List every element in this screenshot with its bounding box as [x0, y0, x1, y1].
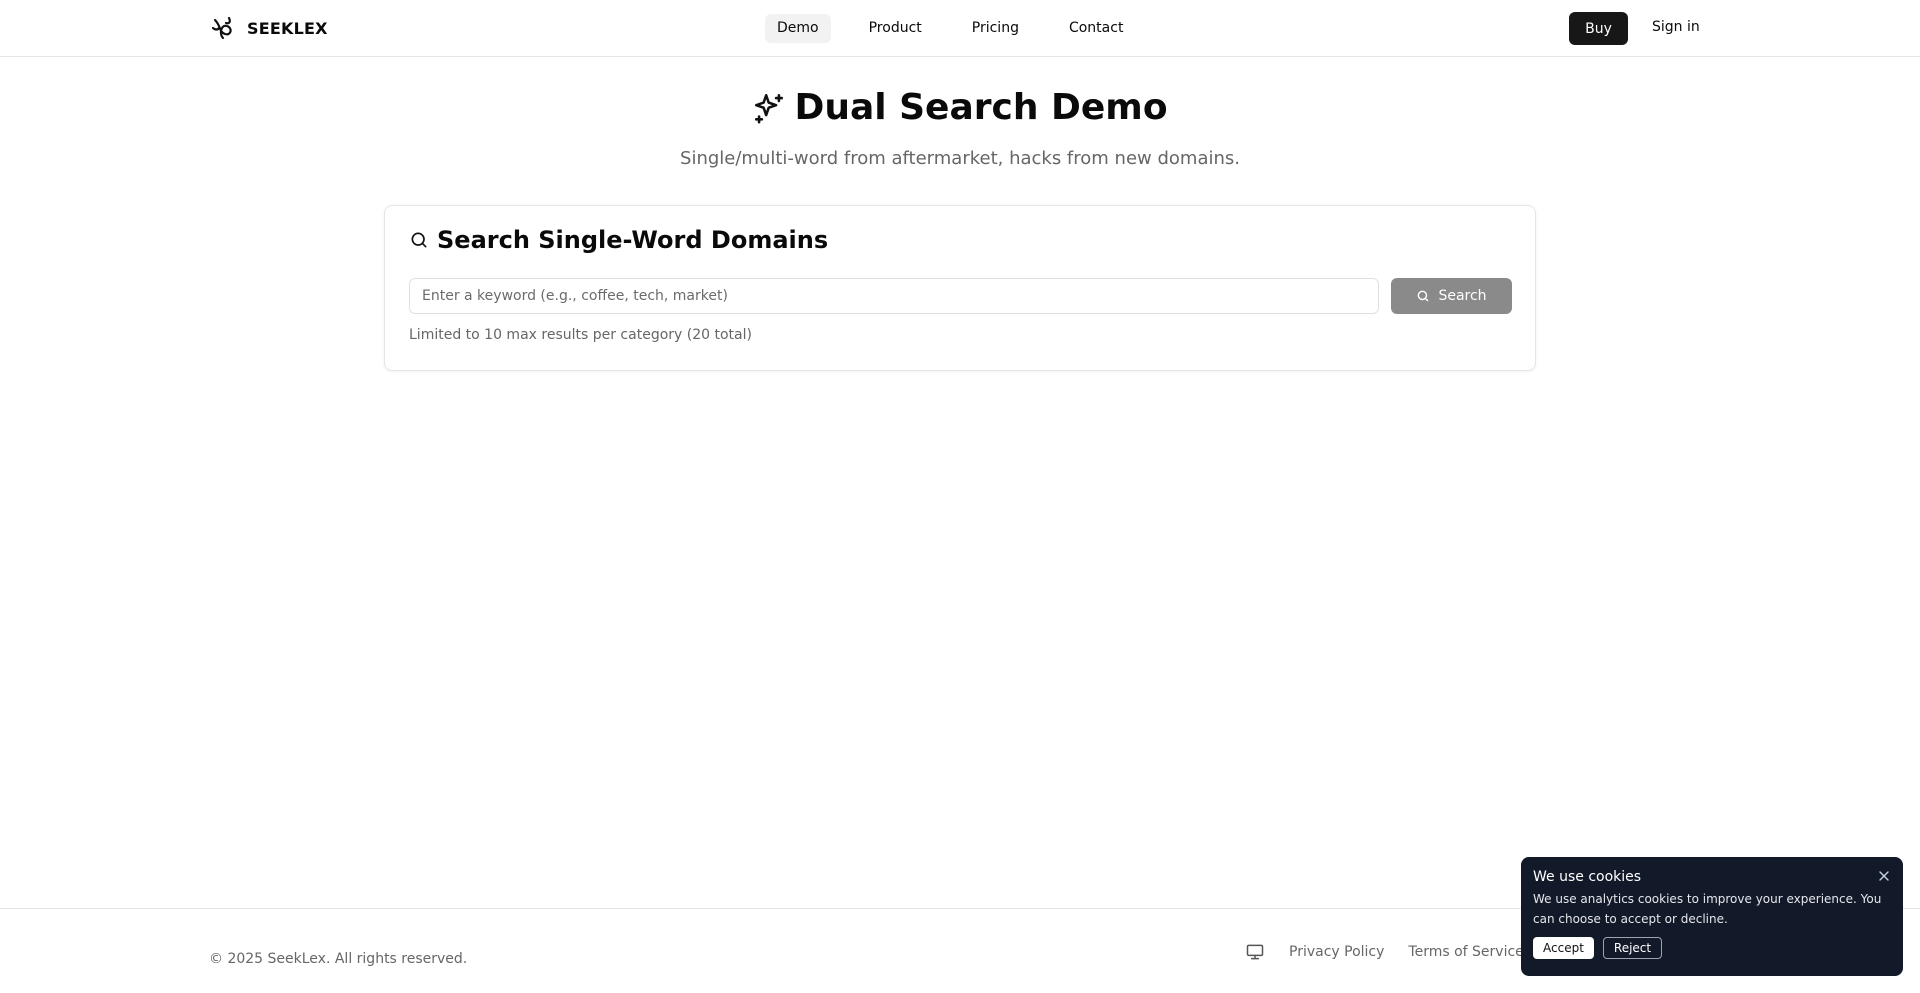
logo-icon: [211, 16, 232, 40]
brand-logo[interactable]: SEEKLEX: [209, 14, 328, 42]
footer-links: Privacy Policy Terms of Service: [1245, 942, 1524, 962]
page-subtitle: Single/multi-word from aftermarket, hack…: [680, 148, 1240, 169]
main-nav: Demo Product Pricing Contact: [765, 14, 1135, 43]
search-card-header: Search Single-Word Domains: [409, 226, 828, 254]
page-title: Dual Search Demo: [794, 87, 1168, 128]
search-card: Search Single-Word Domains Search Limite…: [384, 205, 1536, 371]
cookie-message: We use analytics cookies to improve your…: [1533, 892, 1882, 926]
cookie-title: We use cookies: [1533, 869, 1642, 885]
privacy-policy-link[interactable]: Privacy Policy: [1289, 944, 1384, 960]
results-limit-note: Limited to 10 max results per category (…: [409, 327, 752, 343]
buy-button[interactable]: Buy: [1569, 12, 1628, 45]
cookie-banner: We use cookies We use analytics cookies …: [1521, 857, 1903, 976]
hero-heading: Dual Search Demo: [0, 84, 1920, 132]
search-card-title: Search Single-Word Domains: [437, 226, 829, 254]
search-icon: [1418, 290, 1429, 302]
reject-cookies-button[interactable]: Reject: [1602, 937, 1663, 959]
nav-item-demo[interactable]: Demo: [765, 14, 831, 43]
nav-item-pricing[interactable]: Pricing: [960, 14, 1031, 43]
close-icon[interactable]: [1877, 869, 1891, 883]
sparkles-icon: [755, 93, 784, 124]
cookie-actions: Accept Reject: [1533, 937, 1891, 959]
nav-item-contact[interactable]: Contact: [1057, 14, 1135, 43]
monitor-icon[interactable]: [1245, 942, 1265, 962]
search-icon: [411, 232, 427, 248]
nav-item-product[interactable]: Product: [857, 14, 934, 43]
terms-of-service-link[interactable]: Terms of Service: [1408, 944, 1523, 960]
search-button[interactable]: Search: [1391, 278, 1512, 314]
search-button-label: Search: [1438, 288, 1487, 304]
keyword-search-input[interactable]: [409, 278, 1379, 314]
accept-cookies-button[interactable]: Accept: [1533, 937, 1594, 959]
copyright-text: © 2025 SeekLex. All rights reserved.: [209, 951, 468, 967]
brand-name: SEEKLEX: [247, 18, 328, 38]
sign-in-link[interactable]: Sign in: [1652, 19, 1700, 35]
site-header: SEEKLEX Demo Product Pricing Contact Buy…: [0, 0, 1920, 57]
